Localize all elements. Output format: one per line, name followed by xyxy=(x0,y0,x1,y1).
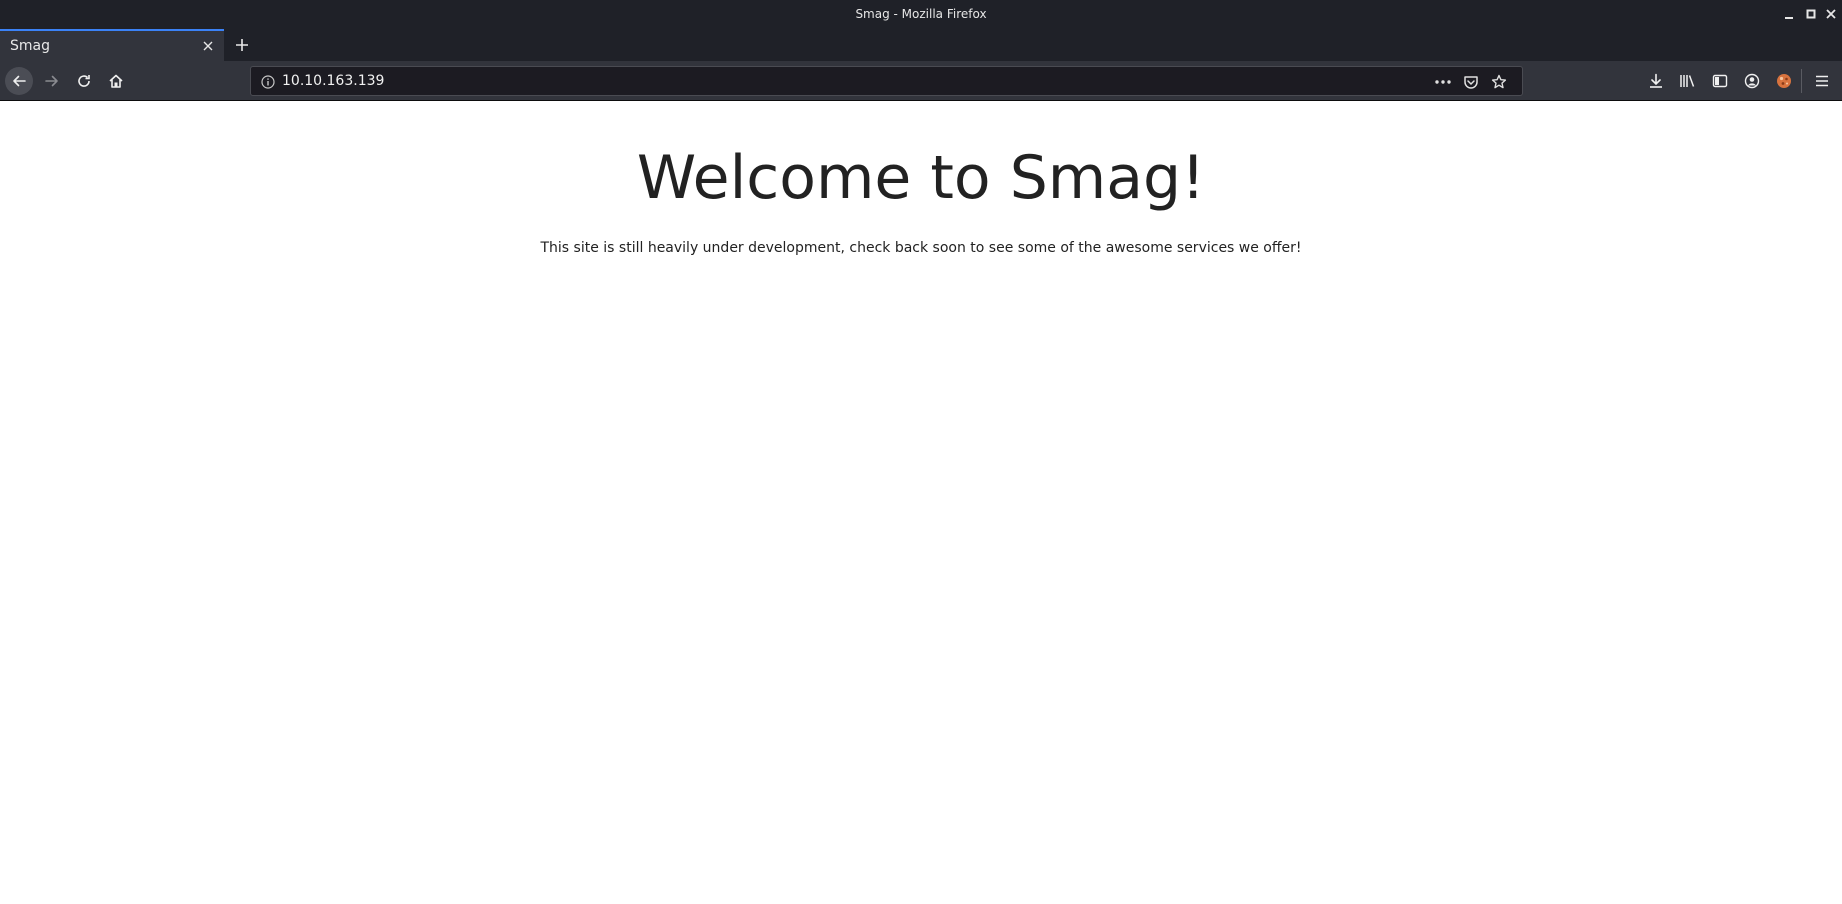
library-icon[interactable] xyxy=(1678,71,1698,91)
info-icon[interactable] xyxy=(260,74,276,90)
page-content: Welcome to Smag! This site is still heav… xyxy=(0,101,1842,904)
navigation-toolbar: 10.10.163.139 xyxy=(0,61,1842,101)
tab-smag[interactable]: Smag xyxy=(0,29,224,61)
more-dots-icon[interactable] xyxy=(1433,72,1453,92)
close-icon[interactable] xyxy=(200,38,216,54)
page-description: This site is still heavily under develop… xyxy=(540,240,1302,256)
address-bar[interactable]: 10.10.163.139 xyxy=(250,66,1523,96)
home-button[interactable] xyxy=(102,67,130,95)
pocket-icon[interactable] xyxy=(1461,72,1481,92)
toolbar-separator xyxy=(1801,69,1802,93)
plus-icon xyxy=(234,37,250,53)
forward-button[interactable] xyxy=(38,67,66,95)
back-button[interactable] xyxy=(5,67,33,95)
maximize-icon[interactable] xyxy=(1803,6,1819,22)
window-titlebar: Smag - Mozilla Firefox xyxy=(0,0,1842,29)
tab-bar: Smag xyxy=(0,29,1842,61)
minimize-icon[interactable] xyxy=(1781,6,1797,22)
window-title: Smag - Mozilla Firefox xyxy=(855,7,987,21)
reload-icon xyxy=(76,73,92,89)
arrow-right-icon xyxy=(44,73,60,89)
page-heading: Welcome to Smag! xyxy=(636,143,1206,213)
close-icon[interactable] xyxy=(1823,6,1839,22)
home-icon xyxy=(108,73,124,89)
sidebar-icon[interactable] xyxy=(1710,71,1730,91)
extension-icon[interactable] xyxy=(1774,71,1794,91)
arrow-left-icon xyxy=(11,73,27,89)
download-icon[interactable] xyxy=(1646,71,1666,91)
new-tab-button[interactable] xyxy=(230,33,254,57)
tab-title: Smag xyxy=(10,38,50,54)
url-text[interactable]: 10.10.163.139 xyxy=(282,73,384,89)
reload-button[interactable] xyxy=(70,67,98,95)
hamburger-menu-icon[interactable] xyxy=(1812,71,1832,91)
account-icon[interactable] xyxy=(1742,71,1762,91)
star-icon[interactable] xyxy=(1489,72,1509,92)
